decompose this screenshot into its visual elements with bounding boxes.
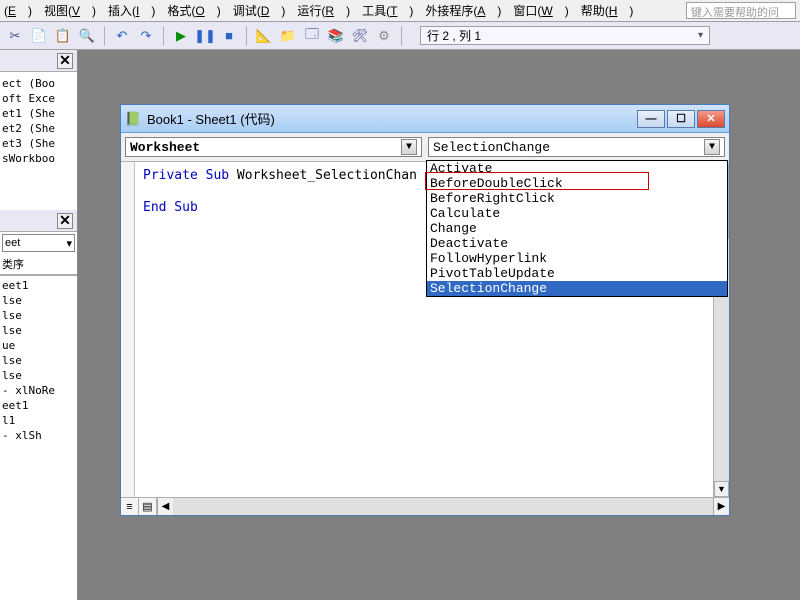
dropdown-option[interactable]: SelectionChange [427,281,727,296]
toolbox-icon[interactable]: 🛠 [351,27,369,45]
properties-icon[interactable]: 🗔 [303,27,321,45]
close-properties-button[interactable]: ✕ [57,213,73,229]
options-icon[interactable]: ⚙ [375,27,393,45]
menu-window[interactable]: 窗口(W) [513,2,568,19]
object-browser-icon[interactable]: 📚 [327,27,345,45]
help-search-input[interactable]: 键入需要帮助的问 [686,2,796,19]
project-explorer: ✕ ect (Boo oft Exce et1 (She et2 (She et… [0,50,78,600]
event-dropdown[interactable]: ActivateBeforeDoubleClickBeforeRightClic… [426,160,728,297]
maximize-button[interactable]: ☐ [667,110,695,128]
menu-help[interactable]: 帮助(H) [581,2,634,19]
run-icon[interactable]: ▶ [172,27,190,45]
stop-icon[interactable]: ■ [220,27,238,45]
dropdown-option[interactable]: BeforeDoubleClick [427,176,727,191]
event-combo[interactable]: SelectionChange ▼ [428,137,725,157]
menu-bar: (E) 视图(V) 插入(I) 格式(O) 调试(D) 运行(R) 工具(T) … [0,0,800,22]
tree-item[interactable]: et3 (She [2,136,75,151]
cursor-position: 行 2 , 列 1 ▾ [420,26,710,45]
tree-item[interactable]: et1 (She [2,106,75,121]
paste-icon[interactable]: 📋 [54,27,72,45]
menu-format[interactable]: 格式(O) [167,2,220,19]
tree-item[interactable]: ect (Boo [2,76,75,91]
cut-icon[interactable]: ✂ [6,27,24,45]
redo-icon[interactable]: ↷ [137,27,155,45]
close-window-button[interactable]: ✕ [697,110,725,128]
copy-icon[interactable]: 📄 [30,27,48,45]
dropdown-option[interactable]: Activate [427,161,727,176]
minimize-button[interactable]: — [637,110,665,128]
list-item[interactable]: ue [2,338,75,353]
properties-tab-label[interactable]: 类序 [0,254,77,275]
horizontal-scrollbar[interactable]: ≡ ▤ ◀ ▶ [121,497,729,515]
chevron-down-icon[interactable]: ▼ [401,139,417,155]
cursor-position-text: 行 2 , 列 1 [427,27,481,44]
list-item[interactable]: lse [2,293,75,308]
list-item[interactable]: lse [2,308,75,323]
list-item[interactable]: eet1 [2,398,75,413]
menu-view[interactable]: 视图(V) [44,2,96,19]
dropdown-option[interactable]: Deactivate [427,236,727,251]
dropdown-option[interactable]: Calculate [427,206,727,221]
close-panel-button[interactable]: ✕ [57,53,73,69]
list-item[interactable]: lse [2,323,75,338]
list-item[interactable]: - xlSh [2,428,75,443]
menu-insert[interactable]: 插入(I) [108,2,155,19]
chevron-down-icon[interactable]: ▼ [704,139,720,155]
project-tree[interactable]: ect (Boo oft Exce et1 (She et2 (She et3 … [0,72,77,170]
tree-item[interactable]: oft Exce [2,91,75,106]
pause-icon[interactable]: ❚❚ [196,27,214,45]
code-window-icon: 📗 [125,111,141,127]
menu-addins[interactable]: 外接程序(A) [425,2,501,19]
editor-gutter [121,162,135,497]
procedure-view-icon[interactable]: ≡ [121,498,139,515]
list-item[interactable]: lse [2,368,75,383]
project-icon[interactable]: 📁 [279,27,297,45]
scroll-right-icon[interactable]: ▶ [713,498,729,515]
dropdown-option[interactable]: BeforeRightClick [427,191,727,206]
dropdown-option[interactable]: FollowHyperlink [427,251,727,266]
scroll-left-icon[interactable]: ◀ [157,498,173,515]
find-icon[interactable]: 🔍 [78,27,96,45]
list-item[interactable]: eet1 [2,278,75,293]
tree-item[interactable]: sWorkboo [2,151,75,166]
list-item[interactable]: l1 [2,413,75,428]
design-icon[interactable]: 📐 [255,27,273,45]
object-selector[interactable]: eet▾ [2,234,75,252]
code-window-titlebar[interactable]: 📗 Book1 - Sheet1 (代码) — ☐ ✕ [121,105,729,133]
menu-debug[interactable]: 调试(D) [233,2,286,19]
menu-tools[interactable]: 工具(T) [362,2,413,19]
menu-run[interactable]: 运行(R) [297,2,350,19]
properties-list[interactable]: eet1 lse lse lse ue lse lse - xlNoRe eet… [0,275,77,445]
dropdown-option[interactable]: Change [427,221,727,236]
full-module-view-icon[interactable]: ▤ [139,498,157,515]
list-item[interactable]: lse [2,353,75,368]
list-item[interactable]: - xlNoRe [2,383,75,398]
tree-item[interactable]: et2 (She [2,121,75,136]
dropdown-option[interactable]: PivotTableUpdate [427,266,727,281]
dropdown-arrow-icon[interactable]: ▾ [698,30,703,41]
menu-edit[interactable]: (E) [4,4,32,18]
scroll-down-icon[interactable]: ▼ [714,481,729,497]
code-window-title: Book1 - Sheet1 (代码) [147,109,275,128]
undo-icon[interactable]: ↶ [113,27,131,45]
object-combo[interactable]: Worksheet ▼ [125,137,422,157]
toolbar: ✂ 📄 📋 🔍 ↶ ↷ ▶ ❚❚ ■ 📐 📁 🗔 📚 🛠 ⚙ 行 2 , 列 1… [0,22,800,50]
